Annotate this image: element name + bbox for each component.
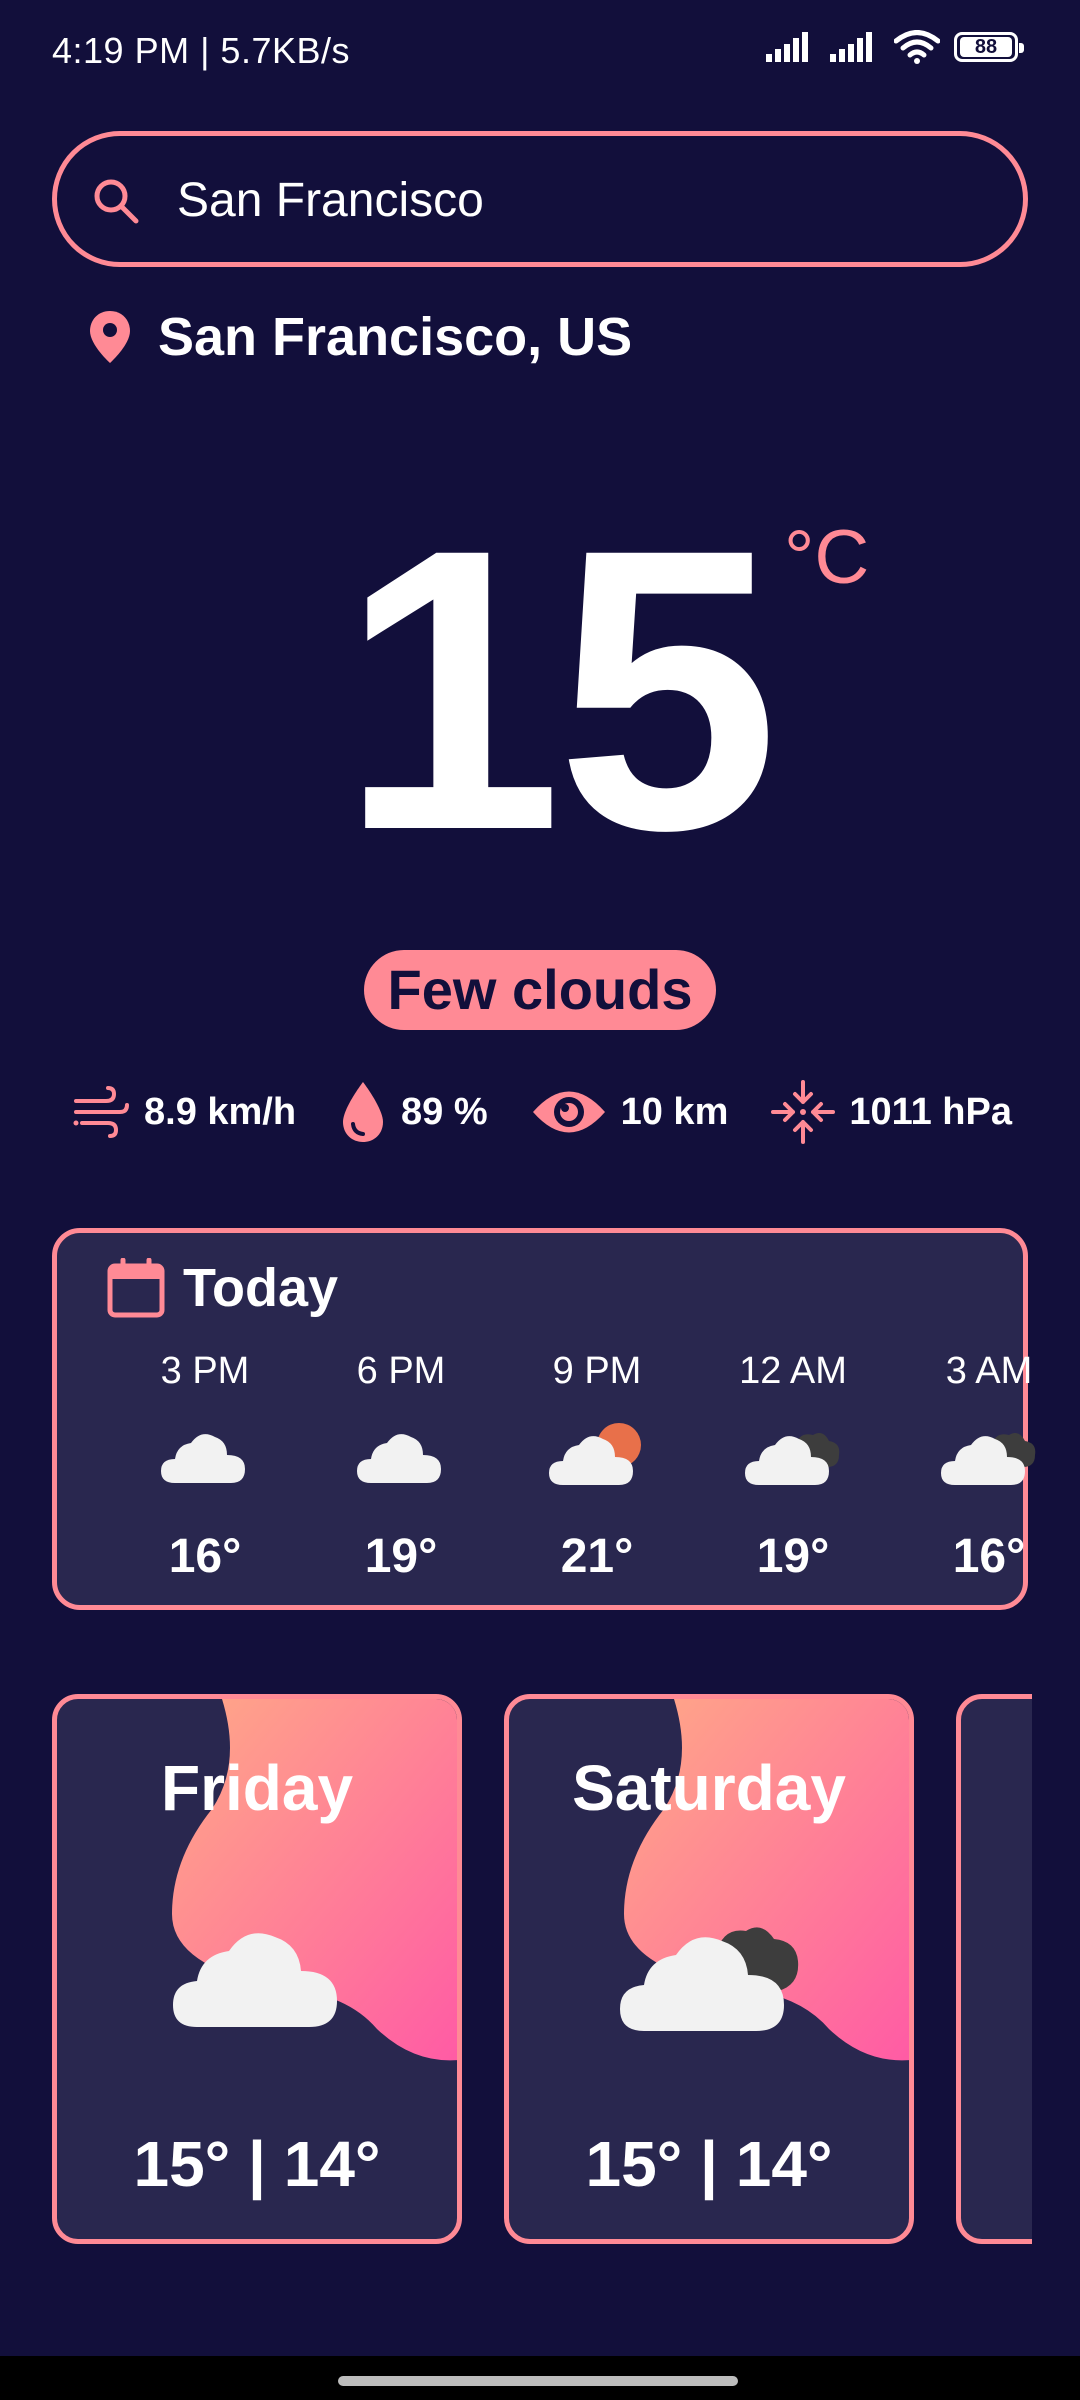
hour-item: 9 PM 21°: [527, 1347, 667, 1584]
forecast-card-saturday[interactable]: Saturday 15° | 14°: [504, 1694, 914, 2244]
cloud-icon: [161, 1434, 245, 1483]
stat-wind-value: 8.9 km/h: [144, 1090, 297, 1133]
hour-time: 9 PM: [552, 1350, 642, 1392]
stat-pressure-value: 1011 hPa: [849, 1090, 1012, 1133]
search-box[interactable]: [52, 131, 1028, 267]
location: San Francisco, US: [88, 306, 632, 368]
home-indicator[interactable]: [338, 2376, 738, 2386]
stat-visibility: 10 km: [531, 1083, 729, 1141]
cloud-icon: [357, 1434, 441, 1483]
today-header: Today: [107, 1257, 338, 1319]
hour-time: 6 PM: [356, 1350, 446, 1392]
hour-temp: 16°: [952, 1530, 1026, 1583]
forecast-day: Friday: [160, 1752, 354, 1824]
hour-item: 3 PM 16°: [135, 1347, 275, 1584]
forecast-temps: 15° | 14°: [133, 2128, 381, 2200]
hour-item: 3 AM 16°: [919, 1347, 1059, 1584]
signal-icon: [766, 32, 808, 62]
location-pin-icon: [90, 311, 130, 363]
stat-humidity: 89 %: [339, 1080, 488, 1144]
humidity-icon: [343, 1082, 384, 1142]
hour-item: 6 PM 19°: [331, 1347, 471, 1584]
stat-pressure: 1011 hPa: [771, 1080, 1012, 1144]
today-title: Today: [183, 1258, 339, 1318]
battery-level: 88: [960, 37, 1012, 57]
forecast-day: Saturday: [572, 1752, 846, 1824]
visibility-icon: [532, 1091, 605, 1133]
weather-screen: 4:19 PM | 5.7KB/s 88 San Francisco San F…: [0, 0, 1080, 2400]
stat-visibility-value: 10 km: [620, 1090, 729, 1133]
hour-time: 3 AM: [945, 1350, 1033, 1392]
wifi-icon: [894, 30, 940, 64]
location-label: San Francisco, US: [158, 307, 633, 367]
condition-badge: Few clouds: [364, 950, 716, 1030]
search-input[interactable]: [175, 164, 959, 236]
dark-cloud-icon: [620, 1927, 799, 2031]
calendar-icon: [107, 1258, 165, 1318]
hour-temp: 19°: [756, 1530, 830, 1583]
dark-cloud-icon: [745, 1433, 840, 1485]
battery-tip: [1019, 43, 1024, 53]
current-temperature: 15: [340, 466, 779, 913]
today-card: Today 3 PM 16° 6 PM 19° 9 PM 21° 12 AM 1…: [52, 1228, 1036, 1610]
hour-temp: 19°: [364, 1530, 438, 1583]
search-icon[interactable]: [91, 176, 141, 226]
signal-icon: [830, 32, 872, 62]
wind-icon: [73, 1086, 129, 1138]
weather-stats: 8.9 km/h 89 % 10 km 1011 hPa: [72, 1074, 1012, 1150]
forecast-temps: 15° | 14°: [585, 2128, 833, 2200]
daily-forecast[interactable]: Friday 15° | 14° Saturday 15° | 14°: [52, 1694, 1032, 2246]
status-bar: 4:19 PM | 5.7KB/s 88: [0, 0, 1080, 105]
hour-time: 12 AM: [739, 1350, 847, 1392]
hour-time: 3 PM: [160, 1350, 250, 1392]
dark-cloud-icon: [941, 1433, 1036, 1485]
pressure-icon: [771, 1080, 836, 1144]
status-icons: 88: [766, 30, 1024, 64]
hour-temp: 21°: [560, 1530, 634, 1583]
battery-icon: 88: [954, 32, 1024, 62]
hour-item: 12 AM 19°: [723, 1347, 863, 1584]
status-time-speed: 4:19 PM | 5.7KB/s: [52, 30, 350, 71]
hourly-forecast: 3 PM 16° 6 PM 19° 9 PM 21° 12 AM 19° 3 A…: [57, 1347, 1036, 1597]
temperature-unit: °C: [784, 515, 870, 600]
hour-temp: 16°: [168, 1530, 242, 1583]
stat-humidity-value: 89 %: [401, 1090, 488, 1133]
forecast-card-friday[interactable]: Friday 15° | 14°: [52, 1694, 462, 2244]
sun-cloud-icon: [549, 1423, 641, 1485]
navigation-bar: [0, 2356, 1080, 2400]
stat-wind: 8.9 km/h: [72, 1085, 296, 1139]
cloud-icon: [173, 1933, 337, 2027]
forecast-card-next[interactable]: [956, 1694, 1032, 2244]
